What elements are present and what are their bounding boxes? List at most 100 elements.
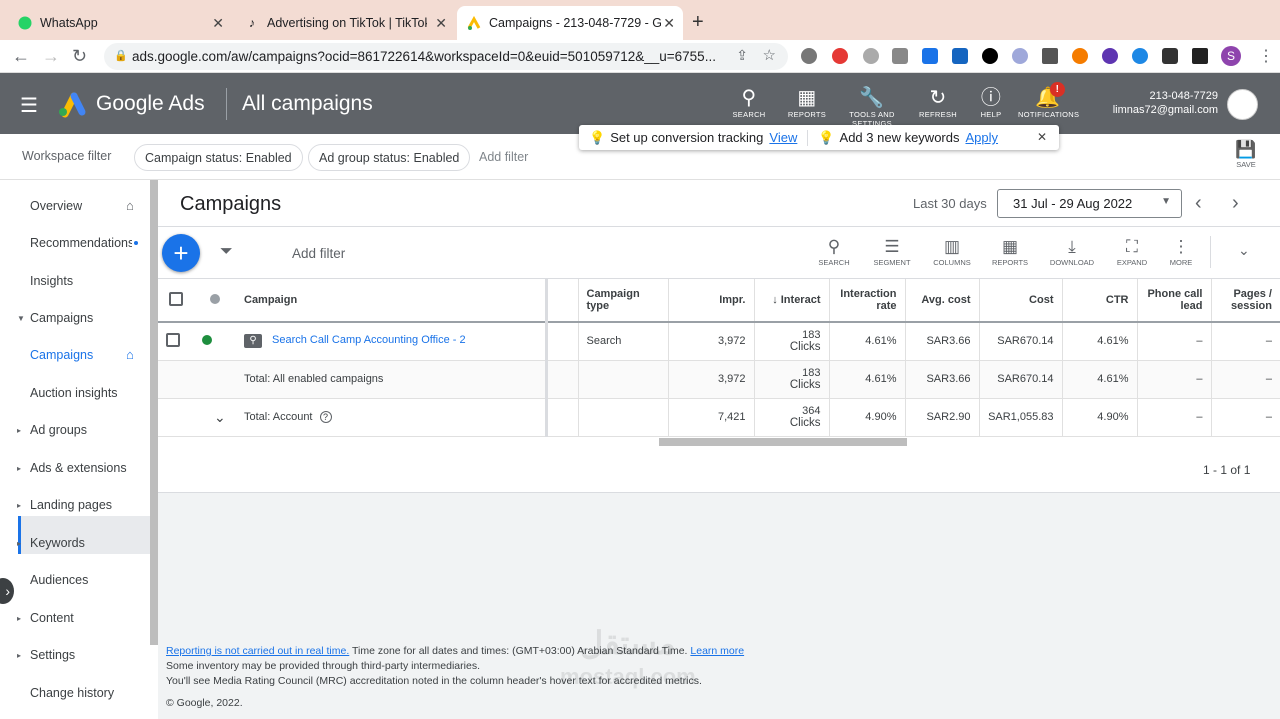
sidepanel-icon[interactable] <box>1192 48 1208 64</box>
sidebar-item-insights[interactable]: Insights <box>30 274 148 288</box>
download-button[interactable]: ⤓ DOWNLOAD <box>1047 236 1097 267</box>
sidebar-item-content[interactable]: ▸ Content <box>17 611 148 625</box>
chevron-down-icon[interactable]: ⌄ <box>1238 242 1250 259</box>
table-search-button[interactable]: ⚲ SEARCH <box>809 236 859 267</box>
header-refresh-button[interactable]: ↻ REFRESH <box>908 86 968 119</box>
extension-icon[interactable] <box>863 48 879 64</box>
close-tab-icon[interactable]: ✕ <box>663 15 675 32</box>
header-reports-button[interactable]: ▦ REPORTS <box>777 86 837 119</box>
previous-period-icon[interactable]: ‹ <box>1195 192 1202 215</box>
avg-cost-cell: SAR2.90 <box>904 398 979 437</box>
extension-icon[interactable] <box>1102 48 1118 64</box>
sidebar-item-recommendations[interactable]: Recommendations <box>30 236 132 250</box>
select-all-checkbox[interactable] <box>169 291 183 306</box>
sidebar-group-campaigns[interactable]: ▼ Campaigns <box>17 311 148 325</box>
puzzle-icon[interactable] <box>1162 48 1178 64</box>
sidebar-item-change-history[interactable]: Change history <box>30 686 148 700</box>
code-extension-icon[interactable] <box>892 48 908 64</box>
browser-tab-whatsapp[interactable]: WhatsApp ✕ <box>8 6 232 40</box>
hamburger-menu-icon[interactable]: ☰ <box>20 93 38 118</box>
sidebar-item-settings[interactable]: ▸ Settings <box>17 648 148 662</box>
sidebar-item-auction-insights[interactable]: Auction insights <box>30 386 148 400</box>
header-help-button[interactable]: ⓘ HELP <box>961 86 1021 119</box>
profile-avatar[interactable]: S <box>1221 46 1241 66</box>
date-range-picker[interactable]: 31 Jul - 29 Aug 2022 ▼ <box>997 189 1182 218</box>
page-title: All campaigns <box>242 92 373 115</box>
select-all-cell[interactable] <box>158 279 194 323</box>
filter-chip-campaign-status[interactable]: Campaign status: Enabled <box>134 144 303 171</box>
metamask-icon[interactable] <box>1072 48 1088 64</box>
row-checkbox[interactable] <box>166 332 180 347</box>
close-icon[interactable]: ✕ <box>1037 130 1047 144</box>
learn-more-link[interactable]: Learn more <box>690 645 744 657</box>
add-filter-input[interactable]: Add filter <box>292 246 345 261</box>
header-search-button[interactable]: ⚲ SEARCH <box>719 86 779 119</box>
view-link[interactable]: View <box>769 130 797 145</box>
row-status-cell[interactable] <box>194 322 236 361</box>
columns-button[interactable]: ▥ COLUMNS <box>927 236 977 267</box>
share-icon[interactable]: ⇪ <box>736 47 748 64</box>
forward-icon[interactable]: → <box>42 46 60 67</box>
sidebar-scrollbar[interactable] <box>150 180 158 645</box>
expand-button[interactable]: ⛶ EXPAND <box>1107 236 1157 267</box>
column-header-ctr[interactable]: CTR <box>1061 279 1137 323</box>
next-period-icon[interactable]: › <box>1232 192 1239 215</box>
enabled-status-dot[interactable] <box>202 334 212 345</box>
sidebar-item-ad-groups[interactable]: ▸ Ad groups <box>17 423 148 437</box>
column-header-pages-session[interactable]: Pages / session <box>1210 279 1280 323</box>
table-horizontal-scrollbar[interactable] <box>659 438 907 446</box>
bookmark-star-icon[interactable]: ☆ <box>763 46 776 64</box>
help-icon[interactable]: ? <box>319 411 332 423</box>
extension-icon[interactable] <box>982 48 998 64</box>
more-button[interactable]: ⋮ MORE <box>1156 236 1206 267</box>
save-button[interactable]: 💾 SAVE <box>1233 140 1259 169</box>
close-tab-icon[interactable]: ✕ <box>435 15 447 32</box>
chevron-down-icon[interactable]: ⌄ <box>202 409 226 425</box>
expand-total-cell[interactable]: ⌄ <box>194 398 236 437</box>
reporting-realtime-link[interactable]: Reporting is not carried out in real tim… <box>166 645 349 657</box>
sidebar-item-audiences[interactable]: Audiences <box>30 573 148 587</box>
extension-icon[interactable] <box>832 48 848 64</box>
filter-chip-adgroup-status[interactable]: Ad group status: Enabled <box>308 144 471 171</box>
column-header-interactions[interactable]: ↓ Interact <box>753 279 829 323</box>
url-bar[interactable]: 🔒 ads.google.com/aw/campaigns?ocid=86172… <box>104 43 788 70</box>
apply-link[interactable]: Apply <box>965 130 998 145</box>
browser-tab-campaigns[interactable]: Campaigns - 213-048-7729 - G ✕ <box>457 6 683 40</box>
sidebar-item-ads-extensions[interactable]: ▸ Ads & extensions <box>17 461 148 475</box>
account-avatar[interactable] <box>1227 89 1258 120</box>
filter-funnel-icon[interactable]: ⏷ <box>220 243 233 261</box>
column-header-impr[interactable]: Impr. <box>667 279 754 323</box>
browser-tab-tiktok[interactable]: ♪ Advertising on TikTok | TikTok ✕ <box>235 6 455 40</box>
status-header[interactable] <box>194 279 236 323</box>
collapse-sidebar-button[interactable]: › <box>0 578 14 604</box>
qr-extension-icon[interactable] <box>1042 48 1058 64</box>
zip-extension-icon[interactable] <box>952 48 968 64</box>
extension-icon[interactable] <box>1012 48 1028 64</box>
row-select-cell[interactable] <box>158 322 194 361</box>
add-campaign-button[interactable]: + <box>162 234 200 272</box>
sidebar-item-keywords[interactable]: ▸ Keywords <box>17 536 148 550</box>
shazam-icon[interactable] <box>1132 48 1148 64</box>
back-icon[interactable]: ← <box>12 46 30 67</box>
column-header-phone-call-lead[interactable]: Phone call lead <box>1136 279 1211 323</box>
account-info[interactable]: 213-048-7729 limnas72@gmail.com <box>1100 89 1218 117</box>
new-tab-icon[interactable]: + <box>692 11 704 34</box>
reload-icon[interactable]: ↻ <box>72 46 87 67</box>
column-header-campaign[interactable]: Campaign <box>236 279 548 323</box>
column-header-cost[interactable]: Cost <box>978 279 1062 323</box>
total-label: Total: Account <box>244 411 313 423</box>
browser-menu-icon[interactable]: ⋮ <box>1258 46 1274 66</box>
sidebar-item-landing-pages[interactable]: ▸ Landing pages <box>17 498 148 512</box>
close-tab-icon[interactable]: ✕ <box>212 15 224 32</box>
campaign-name-link[interactable]: Search Call Camp Accounting Office - 2 <box>272 334 466 346</box>
header-notifications-button[interactable]: 🔔 NOTIFICATIONS ! <box>1018 82 1079 119</box>
column-header-avg-cost[interactable]: Avg. cost <box>904 279 979 323</box>
add-workspace-filter[interactable]: Add filter <box>479 150 528 164</box>
segment-button[interactable]: ☰ SEGMENT <box>867 236 917 267</box>
tag-extension-icon[interactable] <box>922 48 938 64</box>
column-header-interaction-rate[interactable]: Interaction rate <box>828 279 905 323</box>
interactions-unit: Clicks <box>789 379 821 391</box>
column-header-campaign-type[interactable]: Campaign type <box>577 279 668 323</box>
pinterest-extension-icon[interactable] <box>801 48 817 64</box>
table-reports-button[interactable]: ▦ REPORTS <box>985 236 1035 267</box>
